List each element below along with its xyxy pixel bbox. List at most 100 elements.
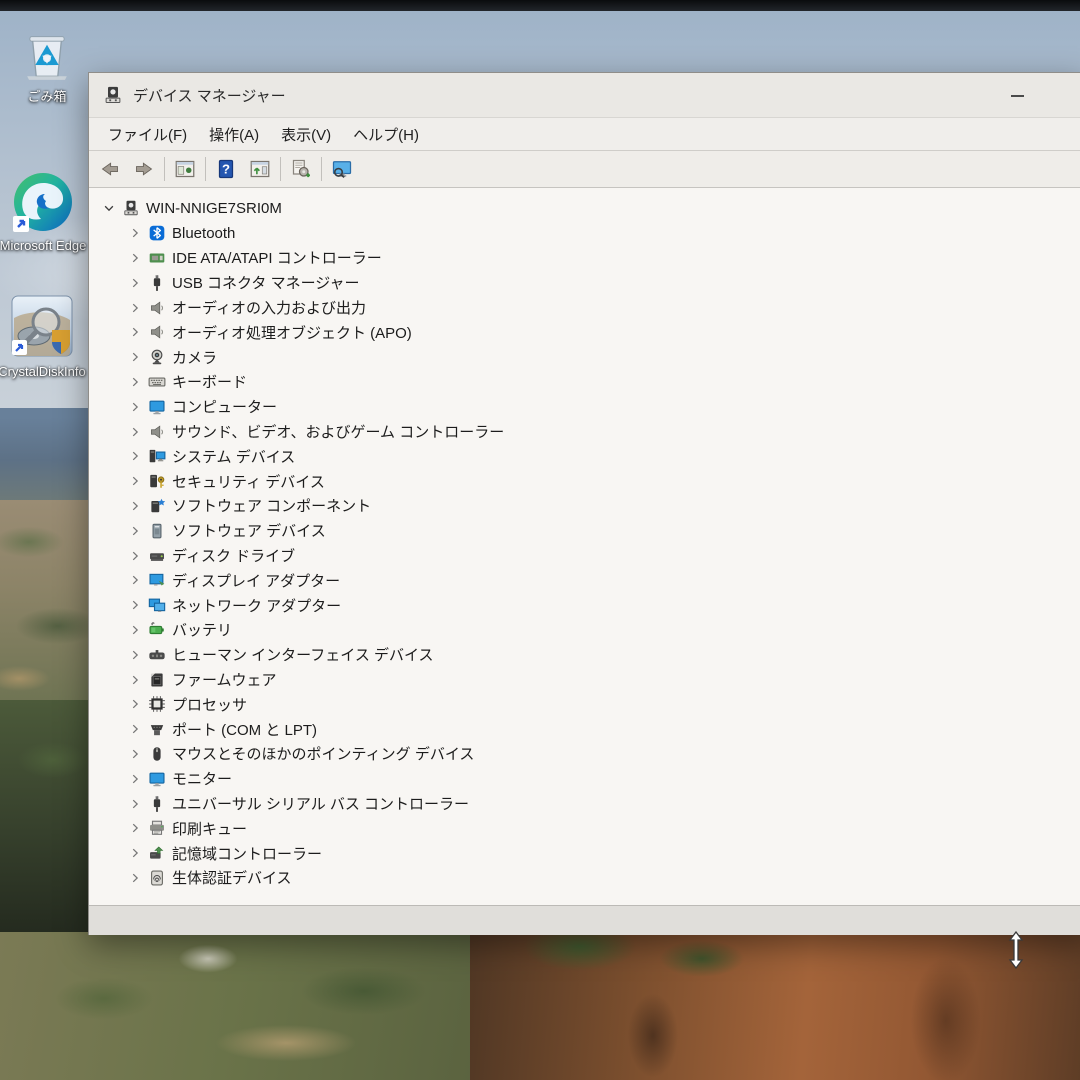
tree-item[interactable]: セキュリティ デバイス [89,469,1080,494]
chevron-right-icon[interactable] [125,646,145,663]
chevron-right-icon[interactable] [125,274,145,291]
desktop-icon-label: CrystalDiskInfo [0,364,86,379]
tree-item[interactable]: IDE ATA/ATAPI コントローラー [89,246,1080,271]
forward-icon [134,159,154,179]
minimize-button[interactable] [995,73,1039,118]
chevron-right-icon[interactable] [125,398,145,415]
chevron-right-icon[interactable] [125,795,145,812]
chevron-down-icon[interactable] [99,200,119,217]
maximize-button[interactable] [1069,73,1080,118]
chevron-right-icon[interactable] [125,547,145,564]
tree-item[interactable]: マウスとそのほかのポインティング デバイス [89,742,1080,767]
desktop-icon-label: Microsoft Edge [0,238,86,253]
computer-root-icon [122,199,140,217]
tree-item[interactable]: ポート (COM と LPT) [89,717,1080,742]
tree-item[interactable]: モニター [89,766,1080,791]
back-button[interactable] [93,155,127,184]
chevron-right-icon[interactable] [125,820,145,837]
menu-help[interactable]: ヘルプ(H) [342,120,430,149]
tree-item[interactable]: 印刷キュー [89,816,1080,841]
chevron-right-icon[interactable] [125,845,145,862]
chevron-right-icon[interactable] [125,423,145,440]
software-device-icon [148,522,166,540]
biometric-icon [148,869,166,887]
tree-item[interactable]: ディスク ドライブ [89,543,1080,568]
chevron-right-icon[interactable] [125,249,145,266]
device-manager-monitor-icon [332,159,352,179]
device-manager-window: デバイス マネージャー ファイル(F) 操作(A) 表示(V) ヘルプ(H) ?… [88,72,1080,935]
tree-item-label: ネットワーク アダプター [172,595,341,616]
tree-item[interactable]: プロセッサ [89,692,1080,717]
tree-item[interactable]: ファームウェア [89,667,1080,692]
menu-view[interactable]: 表示(V) [270,120,342,149]
tree-item-label: ソフトウェア デバイス [172,520,326,541]
help-button[interactable]: ? [209,155,243,184]
chevron-right-icon[interactable] [125,572,145,589]
desktop-icon-edge[interactable]: Microsoft Edge [0,170,102,253]
tree-item[interactable]: ソフトウェア コンポーネント [89,494,1080,519]
chevron-right-icon[interactable] [125,721,145,738]
monitor-icon [148,770,166,788]
tree-item[interactable]: 記憶域コントローラー [89,841,1080,866]
tree-item[interactable]: キーボード [89,370,1080,395]
chevron-right-icon[interactable] [125,448,145,465]
chevron-right-icon[interactable] [125,497,145,514]
tree-item[interactable]: ユニバーサル シリアル バス コントローラー [89,791,1080,816]
properties-button[interactable] [243,155,277,184]
chevron-right-icon[interactable] [125,225,145,242]
network-icon [148,596,166,614]
tree-item[interactable]: オーディオ処理オブジェクト (APO) [89,320,1080,345]
chevron-right-icon[interactable] [125,597,145,614]
chevron-right-icon[interactable] [125,522,145,539]
help-icon: ? [216,159,236,179]
tree-item[interactable]: コンピューター [89,394,1080,419]
tree-item[interactable]: カメラ [89,345,1080,370]
printer-icon [148,819,166,837]
tree-item[interactable]: ヒューマン インターフェイス デバイス [89,642,1080,667]
tree-item-label: 生体認証デバイス [172,867,292,888]
tree-item-label: ポート (COM と LPT) [172,719,317,740]
tree-item[interactable]: サウンド、ビデオ、およびゲーム コントローラー [89,419,1080,444]
chevron-right-icon[interactable] [125,745,145,762]
forward-button[interactable] [127,155,161,184]
chevron-right-icon[interactable] [125,696,145,713]
title-bar[interactable]: デバイス マネージャー [89,73,1080,118]
tree-root[interactable]: WIN-NNIGE7SRI0M [89,196,1080,221]
tree-item[interactable]: ソフトウェア デバイス [89,518,1080,543]
show-console-tree-button[interactable] [168,155,202,184]
chevron-right-icon[interactable] [125,473,145,490]
desktop-icon-recycle-bin[interactable]: ごみ箱 [8,22,86,105]
tree-item[interactable]: ディスプレイ アダプター [89,568,1080,593]
toolbar-separator [205,157,206,181]
chevron-right-icon[interactable] [125,299,145,316]
chevron-right-icon[interactable] [125,770,145,787]
tree-item[interactable]: Bluetooth [89,221,1080,246]
tree-item[interactable]: バッテリ [89,618,1080,643]
properties-icon [250,159,270,179]
device-manager-monitor-button[interactable] [325,155,359,184]
tree-item[interactable]: システム デバイス [89,444,1080,469]
software-component-icon [148,497,166,515]
bluetooth-icon [148,224,166,242]
security-icon [148,472,166,490]
storage-icon [148,844,166,862]
device-tree: WIN-NNIGE7SRI0MBluetoothIDE ATA/ATAPI コン… [89,188,1080,890]
chevron-right-icon[interactable] [125,373,145,390]
tree-item[interactable]: オーディオの入力および出力 [89,295,1080,320]
chevron-right-icon[interactable] [125,349,145,366]
tree-item-label: バッテリ [172,619,232,640]
tree-item[interactable]: 生体認証デバイス [89,866,1080,891]
chevron-right-icon[interactable] [125,621,145,638]
chevron-right-icon[interactable] [125,869,145,886]
tree-item[interactable]: ネットワーク アダプター [89,593,1080,618]
menu-action[interactable]: 操作(A) [198,120,270,149]
chevron-right-icon[interactable] [125,324,145,341]
scan-hardware-button[interactable] [284,155,318,184]
chevron-right-icon[interactable] [125,671,145,688]
desktop-icon-crystaldiskinfo[interactable]: CrystalDiskInfo [0,292,98,379]
toolbar-separator [280,157,281,181]
display-icon [148,571,166,589]
menu-file[interactable]: ファイル(F) [97,120,198,149]
tree-item[interactable]: USB コネクタ マネージャー [89,270,1080,295]
speaker-icon [148,323,166,341]
